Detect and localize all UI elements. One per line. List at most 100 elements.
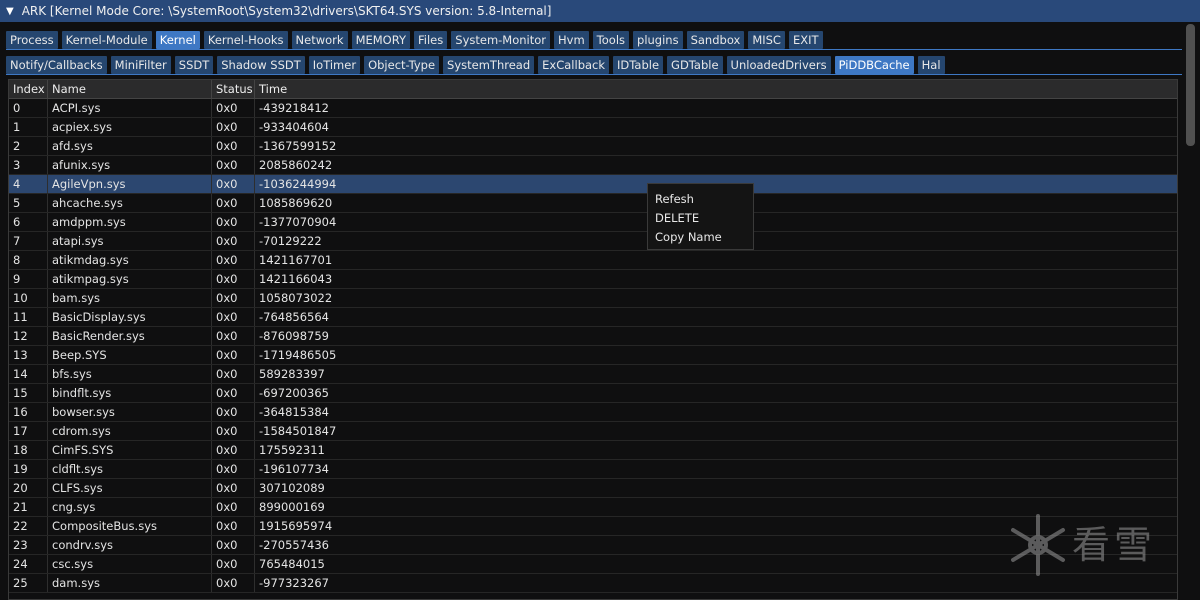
cell-name: amdppm.sys	[48, 213, 212, 231]
subtab-hal[interactable]: Hal	[917, 56, 945, 74]
table-row[interactable]: 8 atikmdag.sys 0x0 1421167701	[9, 251, 1177, 270]
cell-index: 11	[9, 308, 48, 326]
table-row[interactable]: 22 CompositeBus.sys 0x0 1915695974	[9, 517, 1177, 536]
cell-status: 0x0	[212, 251, 255, 269]
column-header-status[interactable]: Status	[212, 80, 255, 98]
table-row[interactable]: 12 BasicRender.sys 0x0 -876098759	[9, 327, 1177, 346]
cell-name: CLFS.sys	[48, 479, 212, 497]
snowflake-icon	[1011, 514, 1065, 576]
column-header-name[interactable]: Name	[48, 80, 212, 98]
column-header-time[interactable]: Time	[255, 80, 1177, 98]
table-row[interactable]: 6 amdppm.sys 0x0 -1377070904	[9, 213, 1177, 232]
cell-status: 0x0	[212, 365, 255, 383]
cell-time: 1421167701	[259, 253, 333, 267]
cell-status: 0x0	[212, 99, 255, 117]
tab-kernel[interactable]: Kernel	[155, 31, 200, 49]
subtab-object-type[interactable]: Object-Type	[364, 56, 440, 74]
tab-sandbox[interactable]: Sandbox	[686, 31, 745, 49]
vertical-scrollbar[interactable]	[1183, 22, 1198, 600]
tab-plugins[interactable]: plugins	[633, 31, 683, 49]
subtab-unloadeddrivers[interactable]: UnloadedDrivers	[726, 56, 831, 74]
table-row[interactable]: 11 BasicDisplay.sys 0x0 -764856564	[9, 308, 1177, 327]
title-bar[interactable]: ▼ ARK [Kernel Mode Core: \SystemRoot\Sys…	[0, 0, 1200, 22]
tab-files[interactable]: Files	[414, 31, 448, 49]
table-row[interactable]: 23 condrv.sys 0x0 -270557436	[9, 536, 1177, 555]
subtab-minifilter[interactable]: MiniFilter	[110, 56, 171, 74]
table-row[interactable]: 15 bindflt.sys 0x0 -697200365	[9, 384, 1177, 403]
cell-index: 0	[9, 99, 48, 117]
table-row[interactable]: 16 bowser.sys 0x0 -364815384	[9, 403, 1177, 422]
cell-status: 0x0	[212, 346, 255, 364]
cell-status: 0x0	[212, 194, 255, 212]
cell-status: 0x0	[212, 517, 255, 535]
table-row[interactable]: 14 bfs.sys 0x0 589283397	[9, 365, 1177, 384]
cell-name: bindflt.sys	[48, 384, 212, 402]
tab-hvm[interactable]: Hvm	[554, 31, 589, 49]
cell-index: 6	[9, 213, 48, 231]
table-row[interactable]: 10 bam.sys 0x0 1058073022	[9, 289, 1177, 308]
cell-name: condrv.sys	[48, 536, 212, 554]
table-row[interactable]: 17 cdrom.sys 0x0 -1584501847	[9, 422, 1177, 441]
tab-process[interactable]: Process	[6, 31, 58, 49]
tab-kernel-module[interactable]: Kernel-Module	[61, 31, 152, 49]
cell-status: 0x0	[212, 441, 255, 459]
table-row[interactable]: 24 csc.sys 0x0 765484015	[9, 555, 1177, 574]
cell-name: cdrom.sys	[48, 422, 212, 440]
tab-misc[interactable]: MISC	[748, 31, 785, 49]
table-row[interactable]: 3 afunix.sys 0x0 2085860242	[9, 156, 1177, 175]
cell-index: 4	[9, 175, 48, 193]
cell-index: 2	[9, 137, 48, 155]
cell-time: 589283397	[259, 367, 325, 381]
subtab-notify-callbacks[interactable]: Notify/Callbacks	[6, 56, 107, 74]
cell-index: 12	[9, 327, 48, 345]
cell-status: 0x0	[212, 422, 255, 440]
watermark-text: 看雪	[1072, 523, 1157, 567]
cell-status: 0x0	[212, 460, 255, 478]
collapse-triangle-icon[interactable]: ▼	[6, 6, 14, 17]
cell-index: 23	[9, 536, 48, 554]
table-row[interactable]: 18 CimFS.SYS 0x0 175592311	[9, 441, 1177, 460]
subtab-idtable[interactable]: IDTable	[613, 56, 664, 74]
subtab-shadow-ssdt[interactable]: Shadow SSDT	[217, 56, 305, 74]
tab-memory[interactable]: MEMORY	[351, 31, 411, 49]
table-row[interactable]: 19 cldflt.sys 0x0 -196107734	[9, 460, 1177, 479]
table-row[interactable]: 7 atapi.sys 0x0 -70129222	[9, 232, 1177, 251]
subtab-ssdt[interactable]: SSDT	[174, 56, 214, 74]
cell-name: atapi.sys	[48, 232, 212, 250]
tab-network[interactable]: Network	[291, 31, 348, 49]
tab-tools[interactable]: Tools	[592, 31, 630, 49]
subtab-gdtable[interactable]: GDTable	[667, 56, 723, 74]
menu-item-copy-name[interactable]: Copy Name	[648, 228, 753, 247]
column-header-index[interactable]: Index	[9, 80, 48, 98]
table-row[interactable]: 13 Beep.SYS 0x0 -1719486505	[9, 346, 1177, 365]
cell-time: -933404604	[259, 120, 329, 134]
table-row[interactable]: 5 ahcache.sys 0x0 1085869620	[9, 194, 1177, 213]
subtab-systemthread[interactable]: SystemThread	[443, 56, 535, 74]
subtab-iotimer[interactable]: IoTimer	[308, 56, 361, 74]
cell-index: 24	[9, 555, 48, 573]
tab-kernel-hooks[interactable]: Kernel-Hooks	[203, 31, 288, 49]
tab-system-monitor[interactable]: System-Monitor	[451, 31, 551, 49]
table-row[interactable]: 25 dam.sys 0x0 -977323267	[9, 574, 1177, 593]
table-row[interactable]: 4 AgileVpn.sys 0x0 -1036244994	[9, 175, 1177, 194]
menu-item-delete[interactable]: DELETE	[648, 209, 753, 228]
table-row[interactable]: 1 acpiex.sys 0x0 -933404604	[9, 118, 1177, 137]
cell-status: 0x0	[212, 555, 255, 573]
cell-index: 1	[9, 118, 48, 136]
cell-name: BasicDisplay.sys	[48, 308, 212, 326]
cell-status: 0x0	[212, 327, 255, 345]
subtab-excallback[interactable]: ExCallback	[538, 56, 610, 74]
menu-item-refresh[interactable]: Refesh	[648, 190, 753, 209]
cell-name: Beep.SYS	[48, 346, 212, 364]
table-row[interactable]: 21 cng.sys 0x0 899000169	[9, 498, 1177, 517]
table-row[interactable]: 2 afd.sys 0x0 -1367599152	[9, 137, 1177, 156]
table-row[interactable]: 20 CLFS.sys 0x0 307102089	[9, 479, 1177, 498]
table-row[interactable]: 9 atikmpag.sys 0x0 1421166043	[9, 270, 1177, 289]
tab-exit[interactable]: EXIT	[788, 31, 823, 49]
cell-status: 0x0	[212, 479, 255, 497]
cell-status: 0x0	[212, 213, 255, 231]
subtab-piddbcache[interactable]: PiDDBCache	[834, 56, 914, 74]
scrollbar-thumb[interactable]	[1186, 24, 1195, 146]
table-row[interactable]: 0 ACPI.sys 0x0 -439218412	[9, 99, 1177, 118]
cell-time: 307102089	[259, 481, 325, 495]
